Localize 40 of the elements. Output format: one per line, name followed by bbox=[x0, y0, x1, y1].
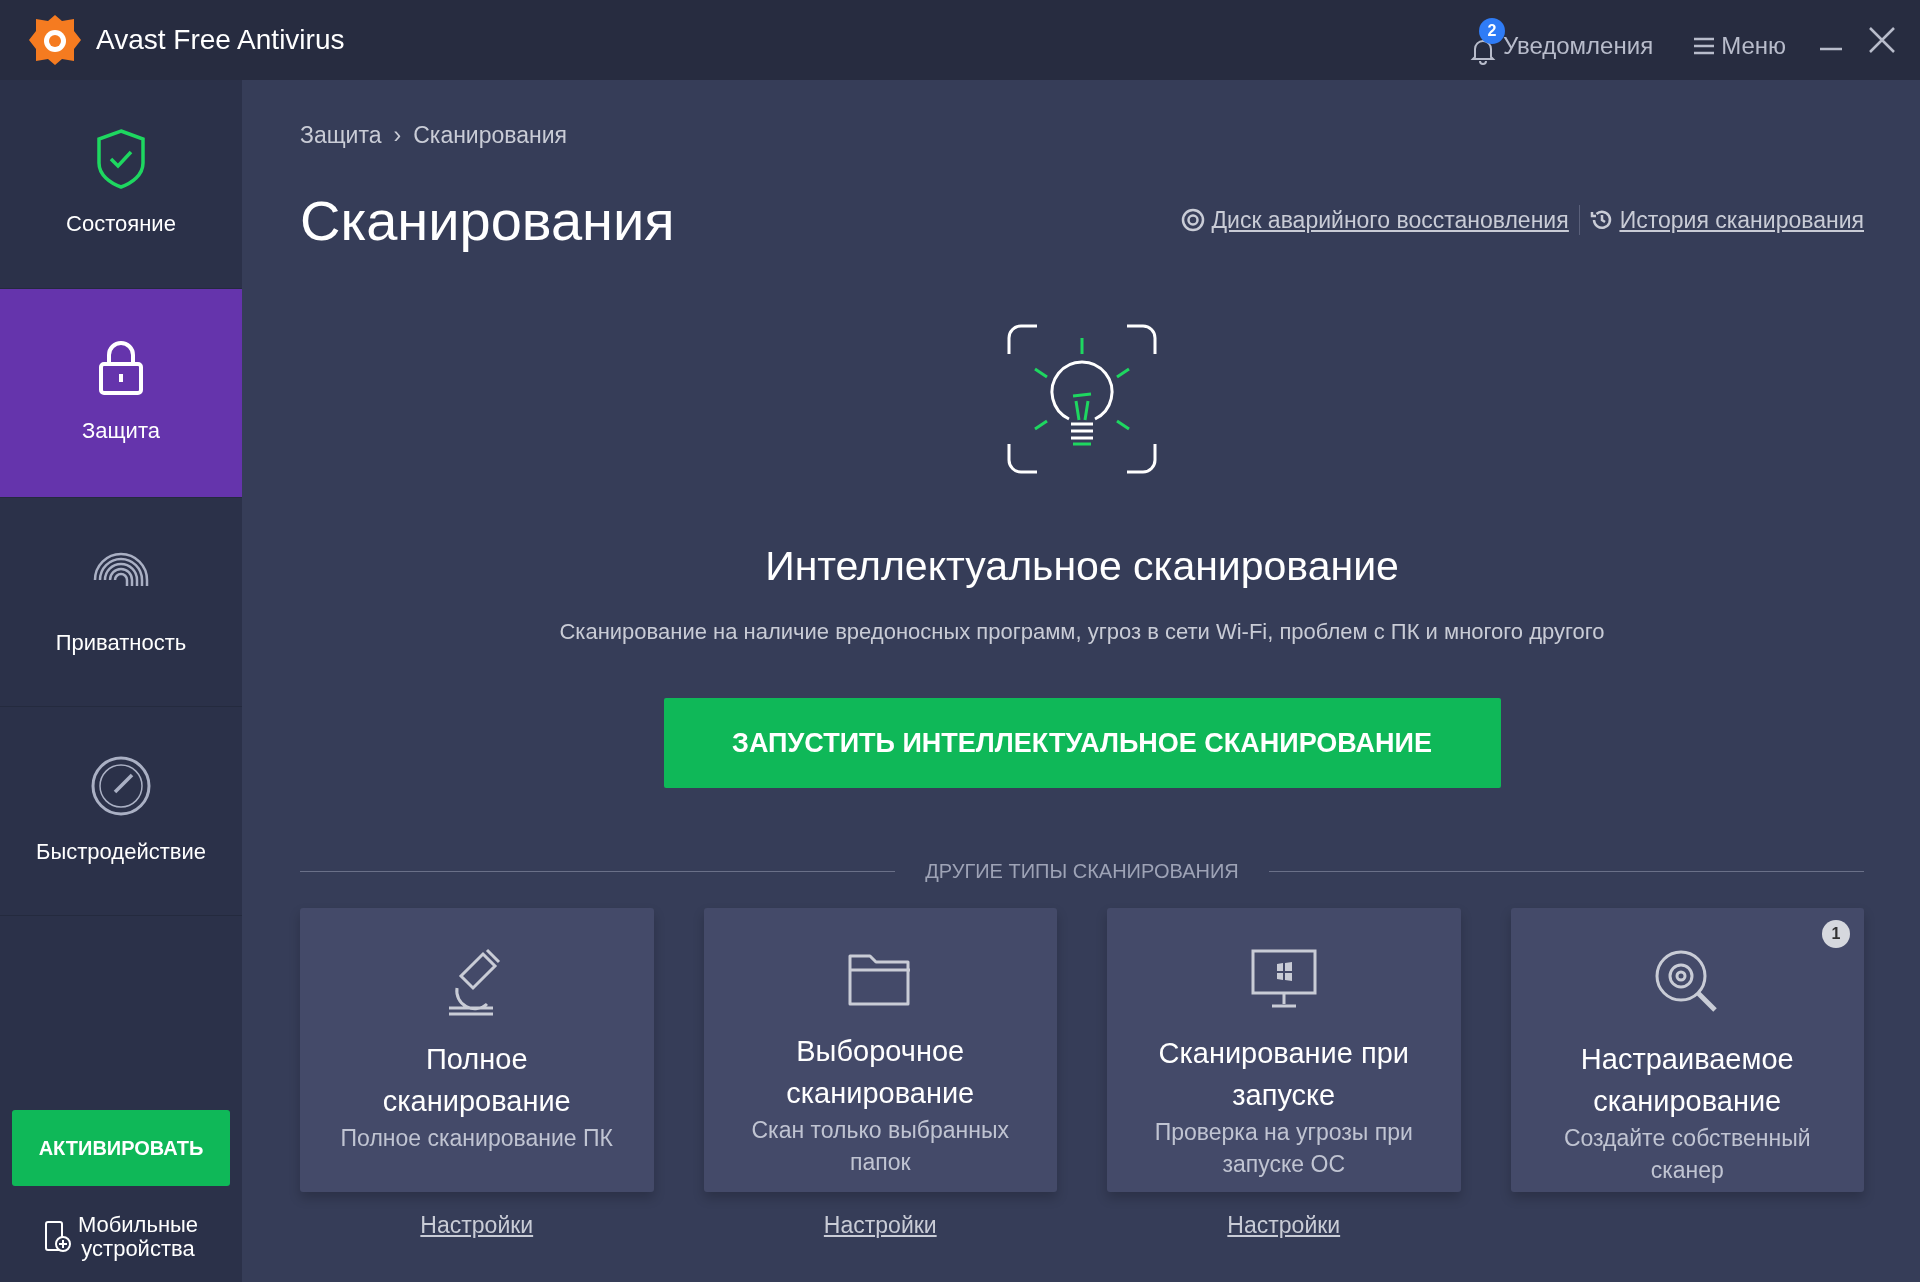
sidebar-item[interactable]: Приватность bbox=[0, 498, 242, 707]
scan-card[interactable]: Сканирование при запуске Проверка на угрозы при запуске ОС bbox=[1107, 908, 1461, 1193]
settings-link[interactable]: Настройки bbox=[1227, 1208, 1341, 1243]
section-heading: ДРУГИЕ ТИПЫ СКАНИРОВАНИЯ bbox=[925, 859, 1239, 885]
breadcrumb-separator: › bbox=[393, 121, 402, 150]
header-link[interactable]: История сканирования bbox=[1589, 202, 1864, 238]
settings-link[interactable]: Настройки bbox=[823, 1208, 937, 1243]
breadcrumb-current: Сканирования bbox=[413, 121, 568, 150]
sidebar-item[interactable]: Защита bbox=[0, 289, 242, 498]
scan-card[interactable]: Выборочное сканирование Скан только выбранных папок bbox=[703, 908, 1057, 1193]
settings-link[interactable]: Настройки bbox=[420, 1208, 534, 1243]
smart-scan-description: Сканирование на наличие вредоносных программ, угроз в сети Wi-Fi, проблем с ПК и многого другого bbox=[558, 618, 1606, 647]
sidebar-item[interactable]: Быстродействие bbox=[0, 707, 242, 916]
breadcrumb-link[interactable]: Защита bbox=[300, 118, 382, 153]
card-title: Выборочное сканирование bbox=[785, 1034, 976, 1112]
scan-card[interactable]: Полное сканирование Полное сканирование ПК bbox=[300, 908, 654, 1193]
padlock-icon bbox=[98, 339, 144, 396]
notifications-button[interactable]: 2 Уведомления bbox=[1461, 12, 1662, 68]
header-link[interactable]: Диск аварийного восстановления bbox=[1181, 202, 1569, 238]
scan-card[interactable]: 1 Настраиваемое сканирование Создайте собственный сканер bbox=[1510, 908, 1864, 1193]
page-title: Сканирования bbox=[300, 187, 675, 254]
card-description: Создайте собственный сканер bbox=[1562, 1124, 1812, 1186]
close-icon[interactable] bbox=[1868, 26, 1896, 54]
phone-plus-icon bbox=[43, 1219, 72, 1254]
mobile-devices-button[interactable]: Мобильные устройства bbox=[0, 1211, 242, 1262]
card-title: Полное сканирование bbox=[381, 1042, 572, 1120]
window-title: Avast Free Antivirus bbox=[96, 23, 345, 57]
card-description: Полное сканирование ПК bbox=[340, 1124, 613, 1154]
info-badge: 1 bbox=[1822, 920, 1850, 949]
card-title: Настраиваемое сканирование bbox=[1579, 1042, 1795, 1120]
card-description: Проверка на угрозы при запуске ОС bbox=[1153, 1118, 1414, 1180]
monitor-icon bbox=[1249, 948, 1318, 1011]
shield-check-icon bbox=[96, 128, 146, 189]
lightbulb-scan-icon bbox=[1007, 323, 1157, 474]
menu-button[interactable]: Меню bbox=[1685, 12, 1794, 68]
speedometer-icon bbox=[90, 754, 152, 817]
card-description: Скан только выбранных папок bbox=[750, 1116, 1010, 1178]
card-title: Сканирование при запуске bbox=[1157, 1036, 1410, 1114]
menu-icon bbox=[1693, 36, 1716, 56]
smart-scan-heading: Интеллектуальное сканирование bbox=[764, 541, 1400, 591]
